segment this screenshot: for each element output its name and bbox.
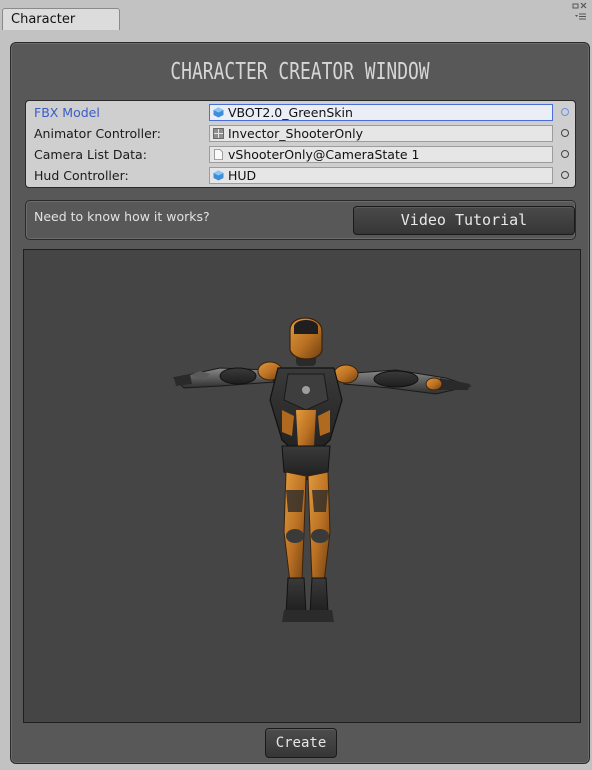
tab-character[interactable]: Character <box>2 8 120 30</box>
tab-bar: Character <box>0 0 592 32</box>
camera-list-data-field[interactable]: vShooterOnly@CameraState 1 <box>209 146 553 163</box>
maximize-icon[interactable] <box>572 3 579 9</box>
camera-list-data-label: Camera List Data: <box>34 147 147 162</box>
fbx-model-field[interactable]: VBOT2.0_GreenSkin <box>209 104 553 121</box>
fbx-model-value: VBOT2.0_GreenSkin <box>228 105 353 120</box>
animator-controller-icon <box>213 128 224 139</box>
object-picker-icon[interactable] <box>561 129 569 137</box>
camera-list-data-value: vShooterOnly@CameraState 1 <box>228 147 420 162</box>
field-row-fbx-model: FBX Model VBOT2.0_GreenSkin <box>26 103 575 123</box>
field-row-hud-controller: Hud Controller: HUD <box>26 166 575 186</box>
hud-controller-field[interactable]: HUD <box>209 167 553 184</box>
model-fields-box: FBX Model VBOT2.0_GreenSkin Animator Con… <box>25 100 576 188</box>
help-text: Need to know how it works? <box>34 209 210 224</box>
prefab-cube-icon <box>213 170 224 181</box>
create-button[interactable]: Create <box>265 728 337 758</box>
fbx-model-label: FBX Model <box>34 105 100 120</box>
window-controls <box>566 2 588 28</box>
field-row-animator-controller: Animator Controller: Invector_ShooterOnl… <box>26 124 575 144</box>
menu-icon[interactable] <box>575 13 586 20</box>
model-cube-icon <box>213 107 224 118</box>
video-tutorial-button[interactable]: Video Tutorial <box>353 206 575 235</box>
document-icon <box>214 149 223 160</box>
model-preview-viewport[interactable] <box>23 249 581 723</box>
object-picker-icon[interactable] <box>561 171 569 179</box>
object-picker-icon[interactable] <box>561 108 569 116</box>
animator-controller-value: Invector_ShooterOnly <box>228 126 364 141</box>
object-picker-icon[interactable] <box>561 150 569 158</box>
close-icon[interactable] <box>580 2 587 9</box>
character-creator-panel: CHARACTER CREATOR WINDOW FBX Model VBOT2… <box>10 42 590 764</box>
animator-controller-label: Animator Controller: <box>34 126 161 141</box>
window-title: CHARACTER CREATOR WINDOW <box>170 59 430 85</box>
animator-controller-field[interactable]: Invector_ShooterOnly <box>209 125 553 142</box>
hud-controller-label: Hud Controller: <box>34 168 129 183</box>
hud-controller-value: HUD <box>228 168 257 183</box>
field-row-camera-list-data: Camera List Data: vShooterOnly@CameraSta… <box>26 145 575 165</box>
character-model <box>172 317 472 622</box>
help-box: Need to know how it works? Video Tutoria… <box>25 200 576 240</box>
